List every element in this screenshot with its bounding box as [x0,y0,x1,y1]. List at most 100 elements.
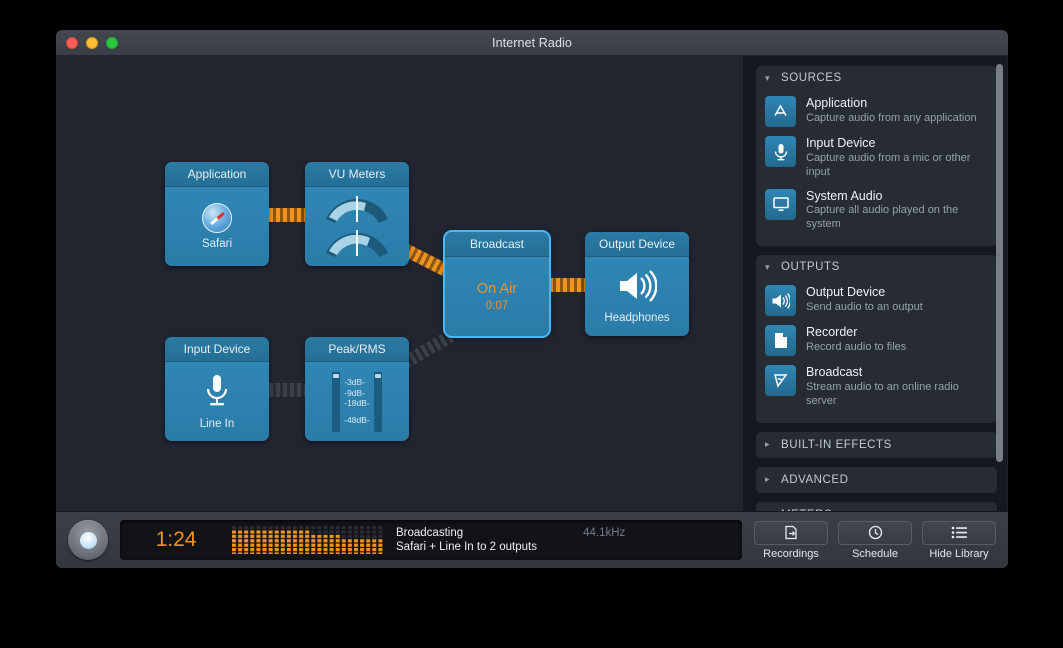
status-text-block: Broadcasting 44.1kHz Safari + Line In to… [384,527,742,553]
sidebar-section-meters-header[interactable]: ▸ METERS [756,502,997,511]
sidebar-section-built-in-effects[interactable]: ▸ BUILT-IN EFFECTS [756,431,997,458]
status-lcd-panel: 1:24 Broadcasting 44.1kHz Safari + Line … [120,520,742,560]
sidebar-section-advanced-title: ADVANCED [781,473,849,486]
peak-scale-tick: -18dB- [344,398,370,408]
node-output-device-label: Headphones [604,311,670,324]
microphone-icon [765,136,796,167]
sidebar-item-subtitle: Send audio to an output [806,300,923,313]
recordings-icon [754,520,828,545]
satellite-dish-icon [765,365,796,397]
list-icon [922,520,996,545]
sidebar-section-advanced-header[interactable]: ▸ ADVANCED [756,467,997,493]
microphone-icon [202,374,232,413]
speaker-icon [765,285,796,317]
status-detail-text: Safari + Line In to 2 outputs [396,541,537,553]
peak-bar-right [373,371,382,432]
sidebar-item-input-device-text: Input Device Capture audio from a mic or… [806,136,988,180]
sidebar-section-advanced[interactable]: ▸ ADVANCED [756,466,997,493]
chevron-right-icon: ▸ [765,509,774,511]
app-store-icon [765,96,796,127]
sidebar-item-application[interactable]: Application Capture audio from any appli… [765,92,988,132]
sidebar-section-meters[interactable]: ▸ METERS [756,501,997,511]
record-button-led [79,531,97,549]
node-output-device[interactable]: Output Device Headphones [585,232,689,336]
node-application-title: Application [165,162,269,187]
document-icon [765,325,796,357]
routing-canvas[interactable]: Application Safari VU Meters Broadcast O… [56,56,744,511]
sidebar-item-output-device-text: Output Device Send audio to an output [806,285,988,315]
sidebar-section-outputs-header[interactable]: ▾ OUTPUTS [756,255,997,279]
sidebar-section-outputs-body: Output Device Send audio to an output Re… [756,279,997,423]
sidebar-item-subtitle: Record audio to files [806,340,907,353]
peak-scale-tick: -3dB- [344,377,366,388]
cable-broadcast-to-outputdevice[interactable] [549,278,585,292]
clock-icon [838,520,912,545]
elapsed-time-display: 1:24 [155,528,197,551]
sidebar-item-system-audio-text: System Audio Capture all audio played on… [806,189,988,233]
sidebar-item-system-audio[interactable]: System Audio Capture all audio played on… [765,185,988,238]
chevron-right-icon: ▸ [765,474,771,485]
level-meter [232,526,384,554]
library-sidebar[interactable]: ▾ SOURCES Application Capture audio from… [744,56,1007,511]
node-peak-rms-title: Peak/RMS [305,337,409,362]
sidebar-item-title: System Audio [806,188,883,203]
sidebar-item-subtitle: Capture audio from any application [806,111,977,124]
sidebar-section-built-in-effects-title: BUILT-IN EFFECTS [781,438,892,451]
toolbar-buttons: Recordings Schedule Hide Library [754,520,996,560]
sidebar-item-title: Output Device [806,285,886,300]
peak-rms-scale: -3dB- -9dB- -18dB- -48dB- [344,377,370,425]
speaker-icon [617,269,658,307]
sidebar-item-broadcast-text: Broadcast Stream audio to an online radi… [806,365,988,409]
node-vu-meters[interactable]: VU Meters [305,162,409,266]
node-broadcast-title: Broadcast [445,232,549,257]
hide-library-button-label: Hide Library [929,547,989,560]
chevron-down-icon: ▾ [765,261,771,272]
node-peak-rms-body: -3dB- -9dB- -18dB- -48dB- [305,362,409,441]
node-input-device-title: Input Device [165,337,269,362]
broadcast-elapsed-time: 0:07 [485,300,509,312]
sidebar-item-title: Broadcast [806,365,863,380]
node-vu-meters-title: VU Meters [305,162,409,187]
sidebar-item-recorder-text: Recorder Record audio to files [806,325,988,355]
schedule-button[interactable]: Schedule [838,520,912,560]
node-input-device[interactable]: Input Device Line In [165,337,269,441]
window-title: Internet Radio [492,35,572,50]
node-output-device-title: Output Device [585,232,689,257]
peak-bar-left [332,371,341,432]
recordings-button[interactable]: Recordings [754,520,828,560]
sidebar-section-outputs: ▾ OUTPUTS Output Device Send audio to an… [756,255,997,423]
hide-library-button[interactable]: Hide Library [922,520,996,560]
sidebar-section-sources-header[interactable]: ▾ SOURCES [756,66,997,90]
sidebar-item-subtitle: Capture audio from a mic or other input [806,151,971,178]
bottom-toolbar: 1:24 Broadcasting 44.1kHz Safari + Line … [56,511,1008,568]
peak-rms-meters: -3dB- -9dB- -18dB- -48dB- [332,362,382,441]
node-output-device-body: Headphones [585,257,689,336]
sidebar-item-title: Recorder [806,325,858,340]
sidebar-item-title: Application [806,96,868,110]
node-broadcast-body: On Air 0:07 [445,257,549,336]
node-application[interactable]: Application Safari [165,162,269,266]
sidebar-scrollbar[interactable] [996,64,1003,504]
status-main-text: Broadcasting [396,527,464,539]
node-input-device-label: Line In [199,417,235,430]
sidebar-item-recorder[interactable]: Recorder Record audio to files [765,321,988,361]
sidebar-item-broadcast[interactable]: Broadcast Stream audio to an online radi… [765,361,988,414]
sample-rate-text: 44.1kHz [583,527,626,539]
cable-inputdevice-to-peakrms[interactable] [269,383,305,397]
sidebar-section-sources-title: SOURCES [781,72,842,84]
node-peak-rms[interactable]: Peak/RMS -3dB- -9dB- -18dB- -48dB- [305,337,409,441]
cable-application-to-vumeters[interactable] [269,208,305,222]
vu-gauge-icon [320,191,394,262]
sidebar-section-built-in-effects-header[interactable]: ▸ BUILT-IN EFFECTS [756,432,997,458]
broadcast-status: On Air [476,281,518,297]
sidebar-item-output-device[interactable]: Output Device Send audio to an output [765,281,988,321]
sidebar-scrollbar-thumb[interactable] [996,64,1003,462]
record-button[interactable] [68,520,108,560]
peak-scale-tick: -48dB- [344,415,370,426]
sidebar-item-application-text: Application Capture audio from any appli… [806,96,988,126]
cable-peakrms-to-broadcast[interactable] [401,329,456,369]
sidebar-item-subtitle: Stream audio to an online radio server [806,380,959,407]
node-broadcast[interactable]: Broadcast On Air 0:07 [445,232,549,336]
sidebar-item-input-device[interactable]: Input Device Capture audio from a mic or… [765,132,988,185]
sidebar-item-title: Input Device [806,136,876,150]
